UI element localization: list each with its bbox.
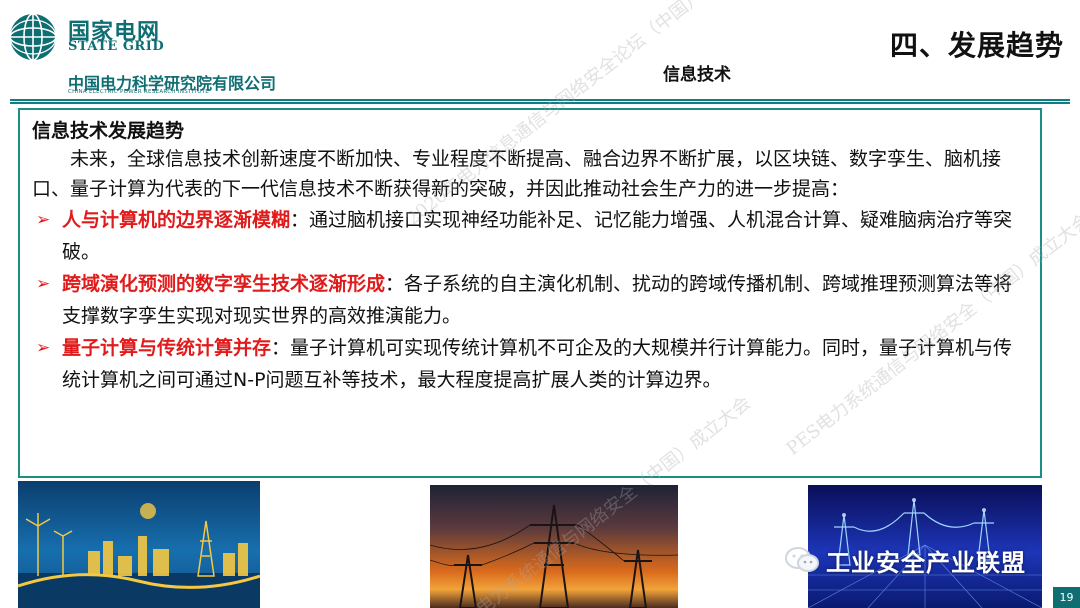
arrow-bullet-icon: ➢ [36,338,51,358]
wechat-account-name: 工业安全产业联盟 [826,548,1026,577]
bullet-title: 量子计算与传统计算并存 [62,337,272,359]
arrow-bullet-icon: ➢ [36,210,51,230]
header-divider [10,99,1070,104]
logo-english-name: STATE GRID [68,39,165,54]
bullet-title: 跨域演化预测的数字孪生技术逐渐形成 [62,273,386,295]
bullet-item: ➢ 量子计算与传统计算并存：量子计算机可实现传统计算机不可企及的大规模并行计算能… [32,332,1030,396]
content-box: 信息技术发展趋势 未来，全球信息技术创新速度不断加快、专业程度不断提高、融合边界… [18,108,1042,478]
content-title: 信息技术发展趋势 [32,120,185,142]
wechat-icon [785,547,819,572]
page-number: 19 [1053,587,1080,608]
section-title: 四、发展趋势 [890,29,1065,62]
wechat-account-label: 工业安全产业联盟 [784,543,1026,577]
smart-city-illustration [18,481,260,608]
institute-english-name: CHINA ELECTRIC POWER RESEARCH INSTITUTE [68,89,210,95]
city-energy-graphic [18,503,260,608]
state-grid-logo-icon [9,13,57,61]
bullet-title: 人与计算机的边界逐渐模糊 [62,209,291,231]
bullet-item: ➢ 人与计算机的边界逐渐模糊：通过脑机接口实现神经功能补足、记忆能力增强、人机混… [32,204,1030,268]
intro-paragraph: 未来，全球信息技术创新速度不断加快、专业程度不断提高、融合边界不断扩展，以区块链… [32,148,1002,200]
slide-header: 国家电网 STATE GRID 中国电力科学研究院有限公司 CHINA ELEC… [0,0,1080,104]
slide-subtitle: 信息技术 [663,65,731,85]
transmission-towers-graphic [430,504,678,608]
arrow-bullet-icon: ➢ [36,274,51,294]
bullet-item: ➢ 跨域演化预测的数字孪生技术逐渐形成：各子系统的自主演化机制、扰动的跨域传播机… [32,268,1030,332]
power-lines-sunset-photo [430,485,678,608]
